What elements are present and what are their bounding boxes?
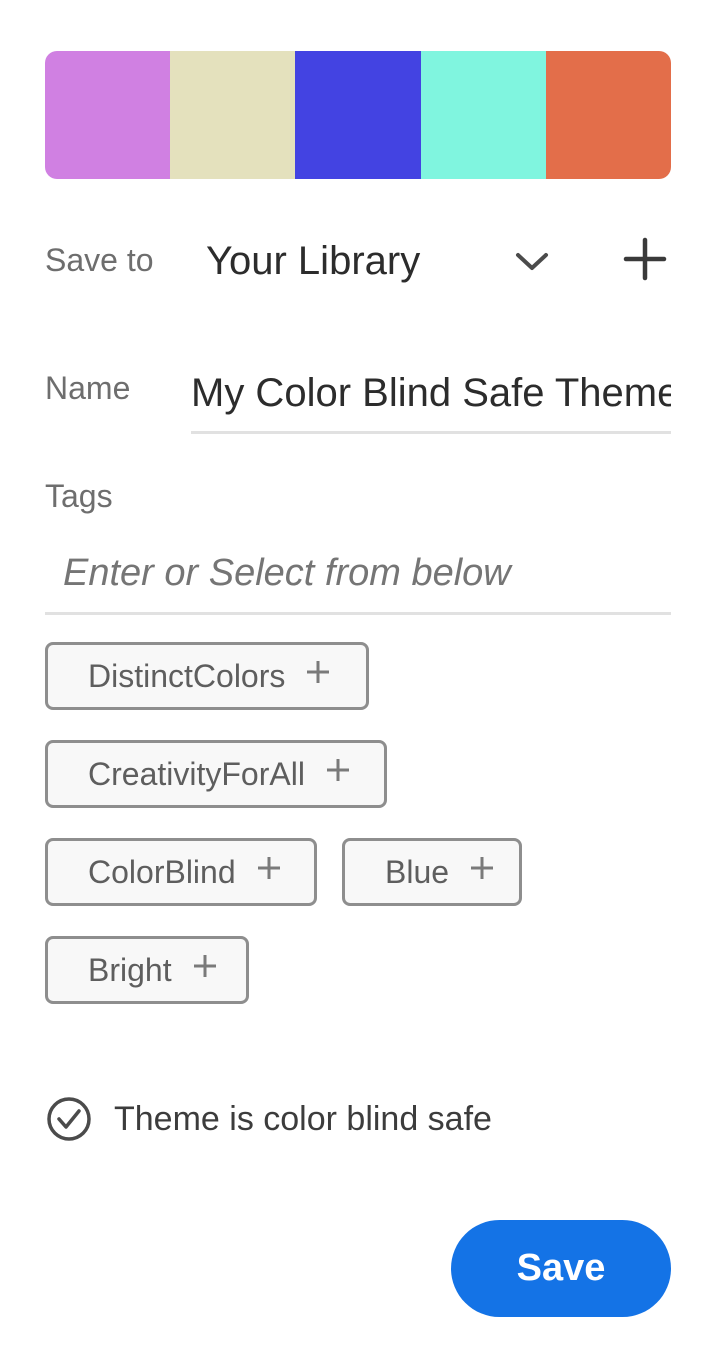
tag-suggestion-label: ColorBlind xyxy=(88,854,236,890)
tags-input[interactable] xyxy=(45,535,671,615)
save-to-label: Save to xyxy=(45,242,154,278)
checkmark-circle-icon xyxy=(47,1097,91,1141)
name-label: Name xyxy=(45,370,131,406)
plus-icon xyxy=(471,857,494,879)
plus-icon xyxy=(307,661,330,683)
color-blind-safe-status: Theme is color blind safe xyxy=(46,1096,492,1142)
tag-suggestion-label: DistinctColors xyxy=(88,658,286,694)
color-swatch-4[interactable] xyxy=(420,51,546,179)
tag-suggestion-colorblind[interactable]: ColorBlind xyxy=(45,838,317,906)
chevron-down-icon xyxy=(516,253,548,270)
plus-icon[interactable] xyxy=(622,236,668,282)
color-palette[interactable] xyxy=(45,51,671,179)
tag-suggestion-blue[interactable]: Blue xyxy=(342,838,522,906)
color-swatch-1[interactable] xyxy=(45,51,171,179)
plus-icon xyxy=(326,759,349,781)
save-button[interactable]: Save xyxy=(451,1220,671,1317)
tag-suggestion-distinctcolors[interactable]: DistinctColors xyxy=(45,642,369,710)
name-input[interactable] xyxy=(191,356,671,434)
tag-suggestion-label: CreativityForAll xyxy=(88,756,305,792)
color-swatch-5[interactable] xyxy=(545,51,671,179)
tag-suggestion-bright[interactable]: Bright xyxy=(45,936,249,1004)
color-swatch-2[interactable] xyxy=(170,51,296,179)
library-dropdown[interactable]: Your Library xyxy=(206,236,556,286)
plus-icon xyxy=(193,955,216,977)
tags-label: Tags xyxy=(45,478,113,514)
tag-suggestion-creativityforall[interactable]: CreativityForAll xyxy=(45,740,387,808)
tag-suggestion-label: Blue xyxy=(385,854,450,890)
color-blind-safe-text: Theme is color blind safe xyxy=(114,1100,492,1138)
library-dropdown-value: Your Library xyxy=(206,239,421,283)
tag-suggestion-label: Bright xyxy=(88,952,172,988)
plus-icon xyxy=(257,857,280,879)
color-swatch-3[interactable] xyxy=(295,51,421,179)
